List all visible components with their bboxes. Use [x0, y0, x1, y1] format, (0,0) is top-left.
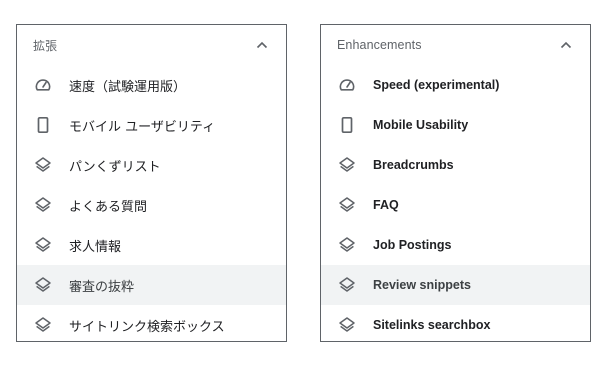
- chevron-up-icon[interactable]: [560, 39, 572, 51]
- nav-item-mobile-usability[interactable]: Mobile Usability: [321, 105, 590, 145]
- nav-item-label: モバイル ユーザビリティ: [69, 119, 216, 135]
- speed-gauge-icon: [33, 75, 53, 95]
- nav-item-mobile-usability[interactable]: モバイル ユーザビリティ: [17, 105, 286, 145]
- panel-title: Enhancements: [337, 38, 422, 52]
- layers-icon: [337, 155, 357, 175]
- enhancements-panel-japanese: 拡張 速度（試験運用版） モバイル ユーザビリティ パンくずリスト よくある質問…: [16, 24, 287, 342]
- nav-list: 速度（試験運用版） モバイル ユーザビリティ パンくずリスト よくある質問 求人…: [17, 65, 286, 345]
- layers-icon: [337, 315, 357, 335]
- layers-icon: [337, 275, 357, 295]
- enhancements-panel-english: Enhancements Speed (experimental) Mobile…: [320, 24, 591, 342]
- nav-item-review-snippets[interactable]: 審査の抜粋: [17, 265, 286, 305]
- nav-item-speed[interactable]: 速度（試験運用版）: [17, 65, 286, 105]
- nav-item-review-snippets[interactable]: Review snippets: [321, 265, 590, 305]
- nav-item-label: 求人情報: [69, 239, 122, 255]
- nav-item-faq[interactable]: よくある質問: [17, 185, 286, 225]
- panel-header[interactable]: 拡張: [17, 25, 286, 65]
- nav-item-label: Mobile Usability: [373, 118, 469, 132]
- mobile-phone-icon: [337, 115, 357, 135]
- nav-item-label: サイトリンク検索ボックス: [69, 319, 225, 335]
- speed-gauge-icon: [337, 75, 357, 95]
- layers-icon: [337, 235, 357, 255]
- layers-icon: [33, 155, 53, 175]
- nav-item-sitelinks-searchbox[interactable]: Sitelinks searchbox: [321, 305, 590, 345]
- nav-list: Speed (experimental) Mobile Usability Br…: [321, 65, 590, 345]
- layers-icon: [337, 195, 357, 215]
- nav-item-label: 審査の抜粋: [69, 279, 135, 295]
- panel-header[interactable]: Enhancements: [321, 25, 590, 65]
- nav-item-job-postings[interactable]: 求人情報: [17, 225, 286, 265]
- nav-item-breadcrumbs[interactable]: Breadcrumbs: [321, 145, 590, 185]
- panel-title: 拡張: [33, 38, 58, 53]
- nav-item-label: パンくずリスト: [69, 159, 161, 175]
- layers-icon: [33, 275, 53, 295]
- nav-item-label: Breadcrumbs: [373, 158, 454, 172]
- nav-item-label: FAQ: [373, 198, 399, 212]
- nav-item-label: Review snippets: [373, 278, 471, 292]
- layers-icon: [33, 235, 53, 255]
- nav-item-job-postings[interactable]: Job Postings: [321, 225, 590, 265]
- chevron-up-icon[interactable]: [256, 39, 268, 51]
- nav-item-breadcrumbs[interactable]: パンくずリスト: [17, 145, 286, 185]
- nav-item-faq[interactable]: FAQ: [321, 185, 590, 225]
- nav-item-label: Sitelinks searchbox: [373, 318, 491, 332]
- nav-item-sitelinks-searchbox[interactable]: サイトリンク検索ボックス: [17, 305, 286, 345]
- nav-item-label: よくある質問: [69, 199, 148, 215]
- nav-item-speed[interactable]: Speed (experimental): [321, 65, 590, 105]
- mobile-phone-icon: [33, 115, 53, 135]
- layers-icon: [33, 195, 53, 215]
- nav-item-label: Speed (experimental): [373, 78, 500, 92]
- nav-item-label: Job Postings: [373, 238, 452, 252]
- nav-item-label: 速度（試験運用版）: [69, 79, 187, 95]
- layers-icon: [33, 315, 53, 335]
